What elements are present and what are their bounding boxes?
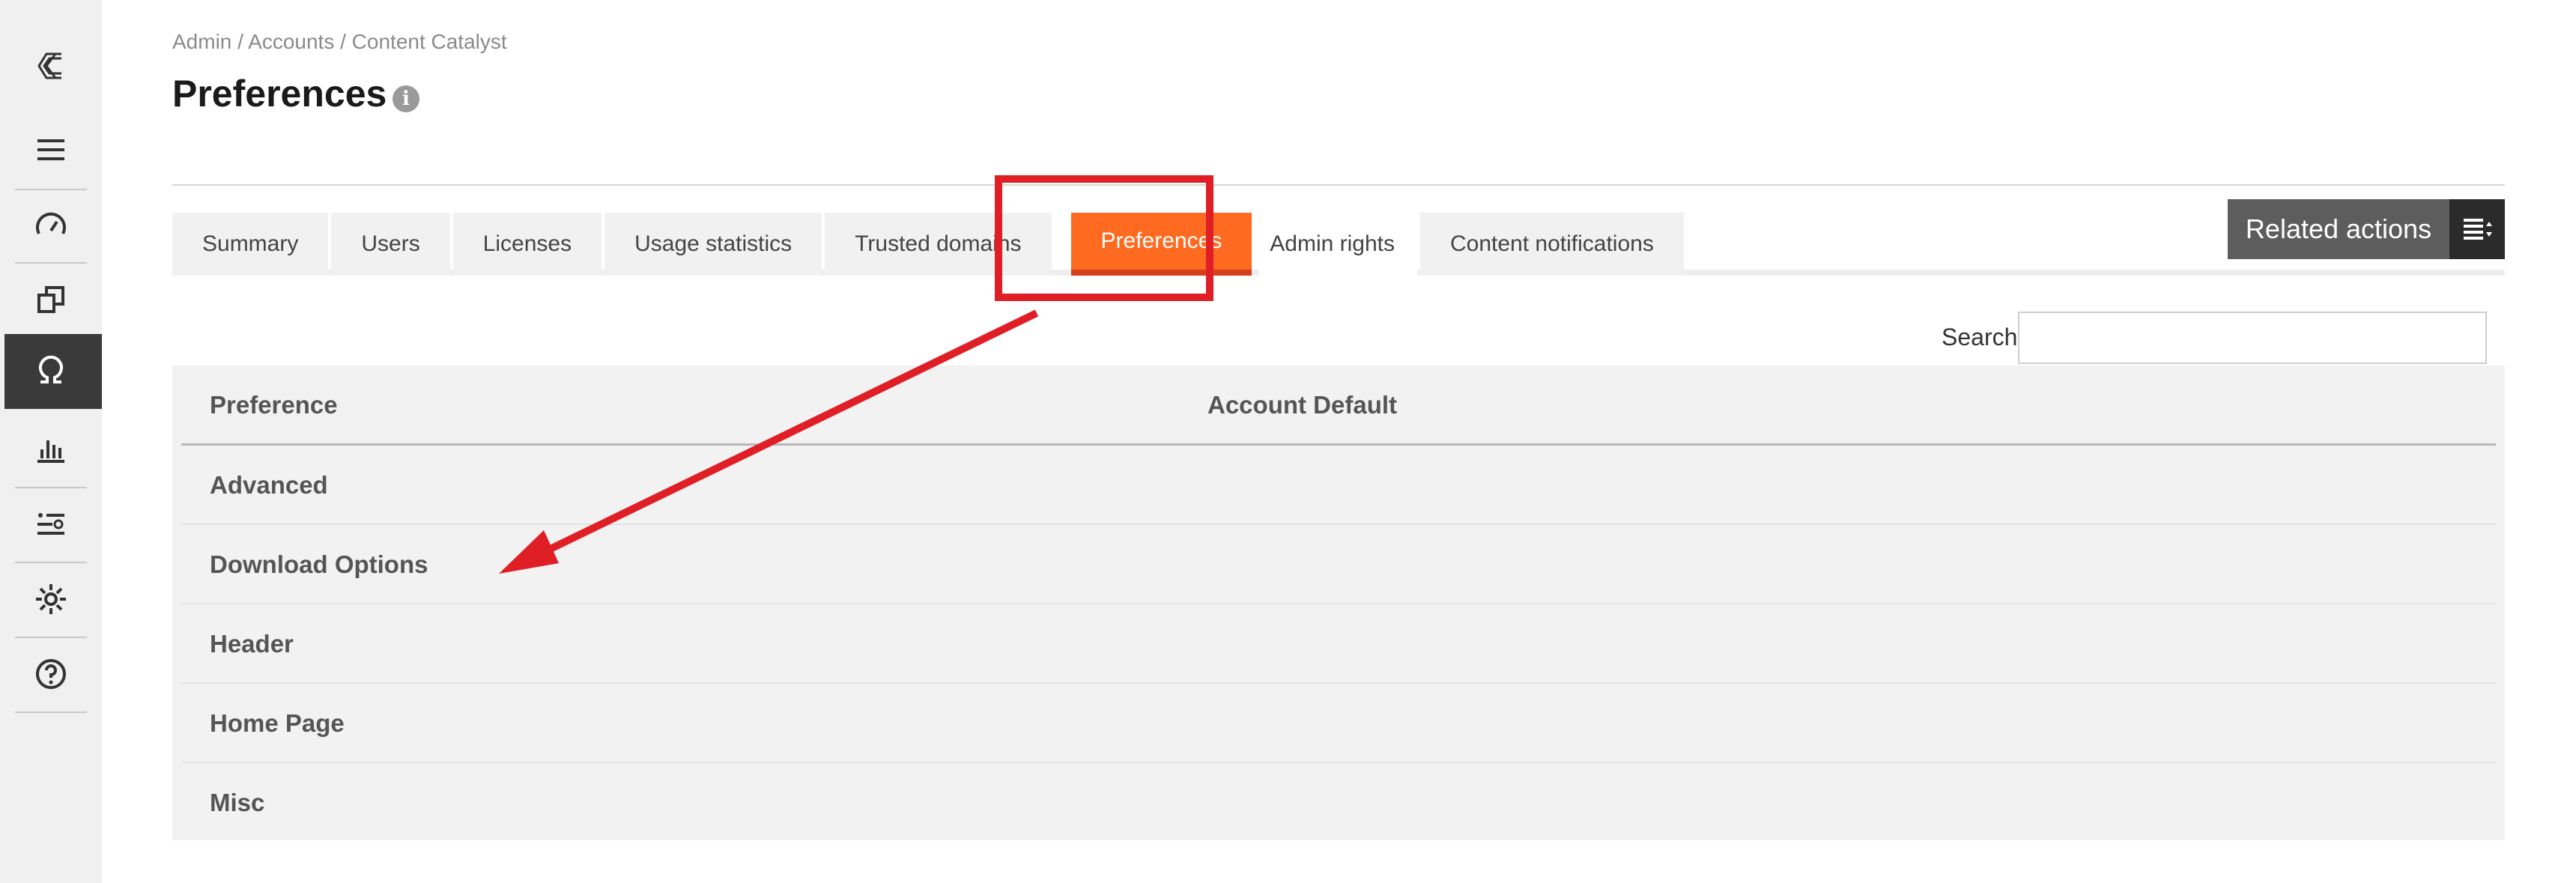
annotation-arrow [499,309,1039,574]
